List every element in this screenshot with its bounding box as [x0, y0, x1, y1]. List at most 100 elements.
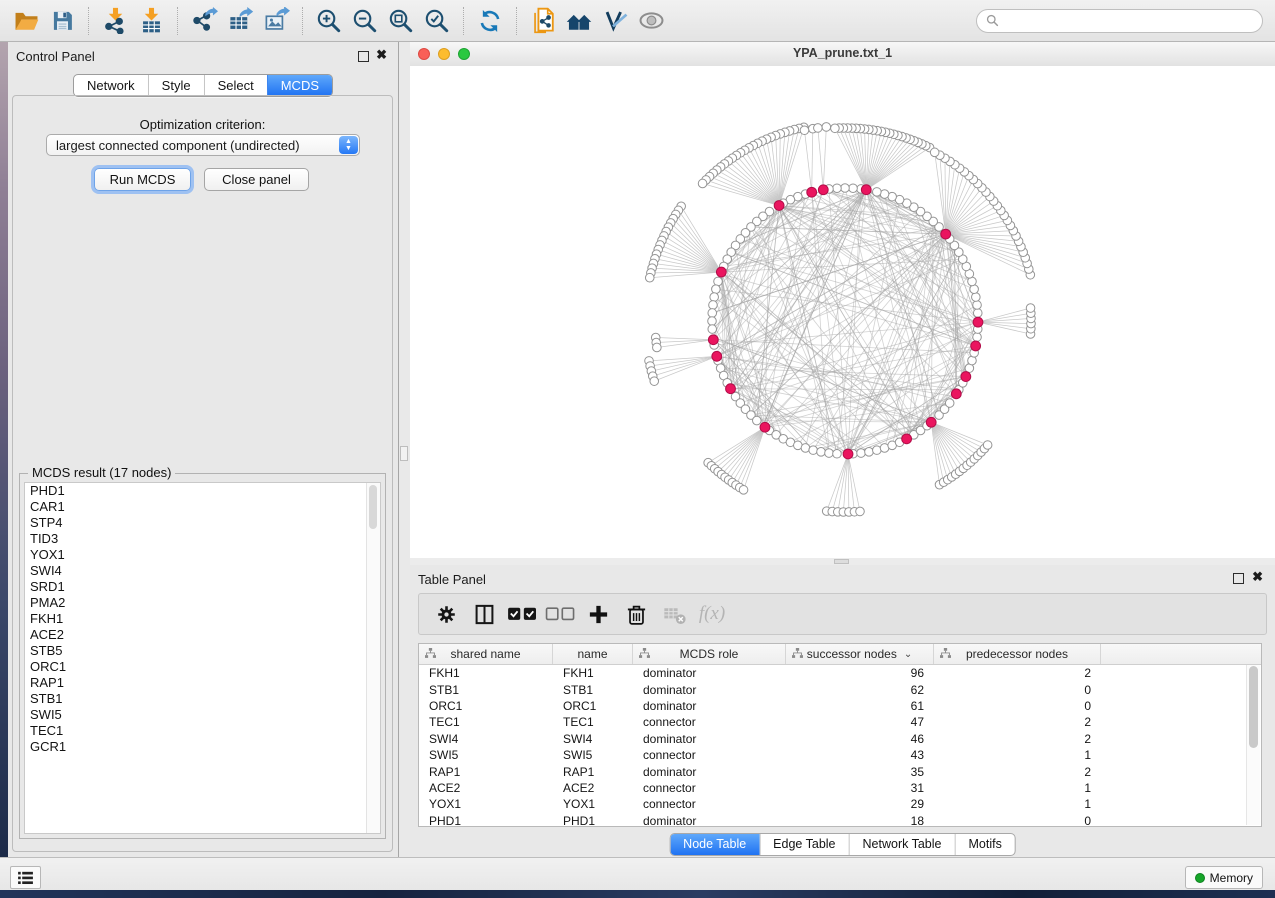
mcds-result-item[interactable]: CAR1	[25, 499, 380, 515]
memory-button[interactable]: Memory	[1185, 866, 1263, 889]
network-node[interactable]	[817, 448, 826, 457]
trash-button[interactable]	[617, 596, 655, 632]
mcds-result-item[interactable]: TEC1	[25, 723, 380, 739]
select-all-button[interactable]	[503, 596, 541, 632]
network-node[interactable]	[841, 184, 850, 193]
float-panel-icon[interactable]	[1233, 573, 1244, 584]
criterion-dropdown[interactable]: largest connected component (undirected)…	[46, 134, 360, 156]
tab-mcds[interactable]: MCDS	[267, 75, 332, 96]
column-header-successor-nodes[interactable]: successor nodes⌄	[786, 644, 934, 664]
mcds-result-item[interactable]: SWI4	[25, 563, 380, 579]
mcds-result-item[interactable]: ACE2	[25, 627, 380, 643]
network-node[interactable]	[825, 449, 834, 458]
mcds-hub-node[interactable]	[726, 384, 736, 394]
network-node[interactable]	[973, 301, 982, 310]
table-row[interactable]: SWI4SWI4dominator462	[419, 731, 1261, 747]
tab-select[interactable]: Select	[204, 75, 267, 96]
home-button[interactable]	[561, 4, 597, 38]
mcds-result-item[interactable]: RAP1	[25, 675, 380, 691]
network-node[interactable]	[712, 285, 721, 294]
table-row[interactable]: SWI5SWI5connector431	[419, 747, 1261, 763]
mcds-result-item[interactable]: GCR1	[25, 739, 380, 755]
network-node[interactable]	[865, 448, 874, 457]
tab-node-table[interactable]: Node Table	[670, 834, 759, 855]
close-panel-button[interactable]: Close panel	[204, 168, 309, 191]
network-window-titlebar[interactable]: YPA_prune.txt_1	[410, 42, 1275, 67]
network-canvas[interactable]	[410, 66, 1275, 558]
table-row[interactable]: ORC1ORC1dominator610	[419, 698, 1261, 714]
mcds-result-item[interactable]: STB5	[25, 643, 380, 659]
network-node[interactable]	[945, 399, 954, 408]
network-node[interactable]	[739, 486, 748, 495]
mcds-result-list[interactable]: PHD1CAR1STP4TID3YOX1SWI4SRD1PMA2FKH1ACE2…	[24, 482, 381, 834]
share-document-button[interactable]	[525, 4, 561, 38]
table-row[interactable]: PHD1PHD1dominator180	[419, 813, 1261, 827]
network-node[interactable]	[714, 277, 723, 286]
tab-network[interactable]: Network	[74, 75, 148, 96]
close-panel-icon[interactable]: ✖	[1252, 570, 1263, 584]
network-node[interactable]	[708, 325, 717, 334]
network-node[interactable]	[1026, 304, 1035, 313]
mcds-hub-node[interactable]	[961, 372, 971, 382]
network-node[interactable]	[801, 444, 810, 453]
network-node[interactable]	[970, 285, 979, 294]
network-node[interactable]	[708, 317, 717, 326]
network-node[interactable]	[972, 293, 981, 302]
network-node[interactable]	[753, 416, 762, 425]
refresh-button[interactable]	[472, 4, 508, 38]
table-row[interactable]: FKH1FKH1dominator962	[419, 665, 1261, 681]
network-node[interactable]	[873, 188, 882, 197]
mcds-result-item[interactable]: FKH1	[25, 611, 380, 627]
table-row[interactable]: ACE2ACE2connector311	[419, 780, 1261, 796]
export-table-button[interactable]	[222, 4, 258, 38]
mcds-hub-node[interactable]	[818, 185, 828, 195]
zoom-out-button[interactable]	[347, 4, 383, 38]
mcds-result-item[interactable]: STP4	[25, 515, 380, 531]
unselect-all-button[interactable]	[541, 596, 579, 632]
run-mcds-button[interactable]: Run MCDS	[94, 168, 191, 191]
scrollbar-thumb[interactable]	[1249, 666, 1258, 748]
zoom-in-button[interactable]	[311, 4, 347, 38]
network-node[interactable]	[930, 148, 939, 157]
tab-network-table[interactable]: Network Table	[849, 834, 955, 855]
network-node[interactable]	[831, 124, 840, 133]
mcds-hub-node[interactable]	[708, 335, 718, 345]
tab-motifs[interactable]: Motifs	[954, 834, 1014, 855]
network-node[interactable]	[849, 184, 858, 193]
mcds-result-item[interactable]: TID3	[25, 531, 380, 547]
import-network-button[interactable]	[97, 4, 133, 38]
network-node[interactable]	[709, 301, 718, 310]
tab-style[interactable]: Style	[148, 75, 204, 96]
mcds-hub-node[interactable]	[774, 201, 784, 211]
mcds-hub-node[interactable]	[716, 267, 726, 277]
network-node[interactable]	[983, 441, 992, 450]
export-image-button[interactable]	[258, 4, 294, 38]
mcds-result-item[interactable]: SRD1	[25, 579, 380, 595]
table-row[interactable]: TEC1TEC1connector472	[419, 714, 1261, 730]
add-button[interactable]	[579, 596, 617, 632]
network-node[interactable]	[968, 356, 977, 365]
network-node[interactable]	[708, 309, 717, 318]
network-node[interactable]	[973, 309, 982, 318]
search-box[interactable]	[976, 9, 1263, 33]
table-scrollbar[interactable]	[1246, 665, 1260, 825]
task-history-button[interactable]	[10, 866, 41, 889]
mcds-hub-node[interactable]	[971, 341, 981, 351]
close-panel-icon[interactable]: ✖	[376, 48, 387, 62]
mcds-result-item[interactable]: ORC1	[25, 659, 380, 675]
network-node[interactable]	[857, 449, 866, 458]
column-header-name[interactable]: name	[553, 644, 633, 664]
column-header-shared-name[interactable]: shared name	[419, 644, 553, 664]
mcds-hub-node[interactable]	[926, 417, 936, 427]
export-network-button[interactable]	[186, 4, 222, 38]
network-node[interactable]	[856, 507, 865, 516]
hide-preview-button[interactable]	[633, 4, 669, 38]
open-folder-button[interactable]	[8, 4, 44, 38]
network-node[interactable]	[653, 343, 662, 352]
tab-edge-table[interactable]: Edge Table	[759, 834, 848, 855]
table-row[interactable]: STB1STB1dominator620	[419, 681, 1261, 697]
mcds-list-scrollbar[interactable]	[366, 483, 380, 833]
zoom-selected-button[interactable]	[419, 4, 455, 38]
mcds-result-item[interactable]: PHD1	[25, 483, 380, 499]
mcds-result-item[interactable]: SWI5	[25, 707, 380, 723]
